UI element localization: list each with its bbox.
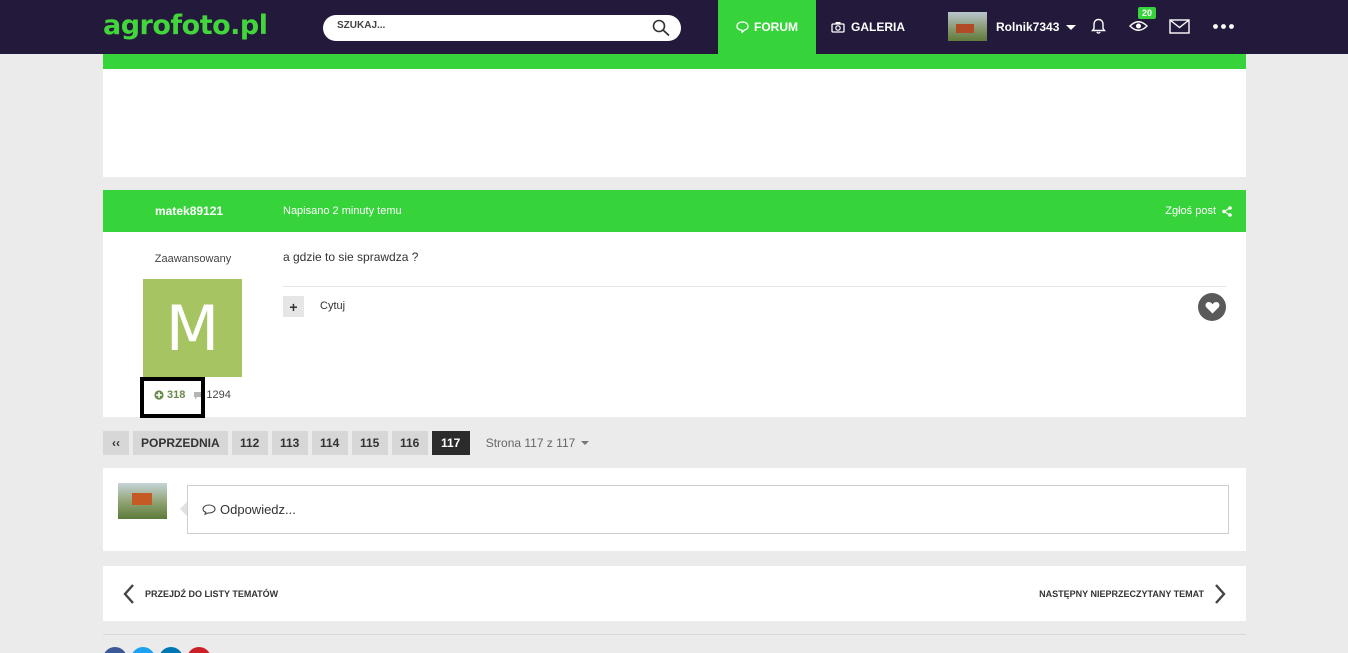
chevron-down-icon: [581, 441, 590, 445]
user-rank: Zaawansowany: [154, 253, 232, 265]
search-bar[interactable]: [323, 15, 681, 41]
current-page: 117: [431, 431, 470, 455]
forum-post: matek89121 Napisano 2 minuty temu Zgłoś …: [103, 190, 1246, 418]
post-timestamp[interactable]: Napisano 2 minuty temu: [283, 205, 402, 217]
user-menu-chevron-down-icon[interactable]: [1066, 25, 1076, 30]
ad-panel: [103, 69, 1246, 177]
twitter-icon[interactable]: [131, 647, 155, 653]
site-logo[interactable]: agrofoto.pl: [103, 10, 268, 41]
quote-button[interactable]: Cytuj: [320, 300, 345, 312]
current-user-avatar: [118, 483, 167, 519]
like-heart-icon[interactable]: [1198, 293, 1226, 321]
nav-forum-label: FORUM: [754, 20, 798, 34]
previous-page-button[interactable]: POPRZEDNIA: [133, 431, 228, 455]
multiquote-plus-icon[interactable]: +: [283, 296, 304, 317]
next-unread-topic-link[interactable]: NASTĘPNY NIEPRZECZYTANY TEMAT: [1039, 583, 1226, 605]
post-author-link[interactable]: matek89121: [155, 204, 223, 218]
back-to-topic-list-link[interactable]: PRZEJDŹ DO LISTY TEMATÓW: [123, 583, 278, 605]
back-to-topic-list-label: PRZEJDŹ DO LISTY TEMATÓW: [145, 589, 279, 599]
nav-forum-tab[interactable]: FORUM: [718, 0, 816, 54]
chat-bubble-icon: [736, 21, 749, 33]
page-of-label: Strona 117 z 117: [485, 436, 576, 450]
facebook-icon[interactable]: [103, 647, 127, 653]
page-113-link[interactable]: 113: [271, 431, 308, 455]
pagination: ‹‹ POPRZEDNIA 112 113 114 115 116 117 St…: [103, 431, 590, 455]
nav-gallery-label: GALERIA: [851, 20, 905, 34]
page-116-link[interactable]: 116: [391, 431, 428, 455]
page-jump-dropdown[interactable]: Strona 117 z 117: [486, 436, 590, 450]
first-page-button[interactable]: ‹‹: [103, 431, 129, 455]
camera-icon: [831, 22, 845, 33]
post-content: a gdzie to sie sprawdza ?: [283, 250, 419, 264]
next-unread-topic-label: NASTĘPNY NIEPRZECZYTANY TEMAT: [1039, 589, 1204, 599]
envelope-icon[interactable]: [1168, 15, 1190, 37]
post-divider: [283, 286, 1226, 287]
pinterest-icon[interactable]: [187, 647, 211, 653]
chevron-left-icon: [123, 584, 134, 604]
search-input[interactable]: [337, 20, 637, 31]
user-avatar[interactable]: [948, 12, 987, 41]
page-114-link[interactable]: 114: [311, 431, 348, 455]
reply-panel: Odpowiedz...: [103, 468, 1246, 551]
more-options-icon[interactable]: [1212, 15, 1234, 37]
reply-box-notch: [180, 502, 187, 516]
reply-placeholder: Odpowiedz...: [220, 502, 296, 517]
highlight-box: [140, 377, 205, 418]
topic-navigation: PRZEJDŹ DO LISTY TEMATÓW NASTĘPNY NIEPRZ…: [103, 566, 1246, 621]
report-post-label: Zgłoś post: [1165, 205, 1216, 217]
author-avatar[interactable]: M: [143, 279, 242, 377]
search-icon[interactable]: [651, 19, 671, 37]
nav-gallery-tab[interactable]: GALERIA: [820, 0, 916, 54]
top-navigation-bar: agrofoto.pl FORUM GALERIA Rolnik7343: [0, 0, 1348, 54]
green-header-strip: [103, 54, 1246, 69]
post-count: 1294: [206, 389, 231, 401]
page-112-link[interactable]: 112: [231, 431, 268, 455]
chevron-right-icon: [1215, 584, 1226, 604]
unread-count-badge: 20: [1138, 7, 1157, 19]
report-post-button[interactable]: Zgłoś post: [1165, 205, 1232, 217]
post-header: matek89121 Napisano 2 minuty temu Zgłoś …: [103, 190, 1246, 232]
share-icon[interactable]: [1222, 205, 1232, 217]
bell-icon[interactable]: [1090, 15, 1106, 37]
page-115-link[interactable]: 115: [351, 431, 388, 455]
reply-input[interactable]: Odpowiedz...: [187, 485, 1229, 534]
footer-divider: [103, 634, 1246, 635]
username[interactable]: Rolnik7343: [996, 20, 1059, 34]
speech-bubble-icon: [202, 504, 216, 515]
linkedin-icon[interactable]: [159, 647, 183, 653]
